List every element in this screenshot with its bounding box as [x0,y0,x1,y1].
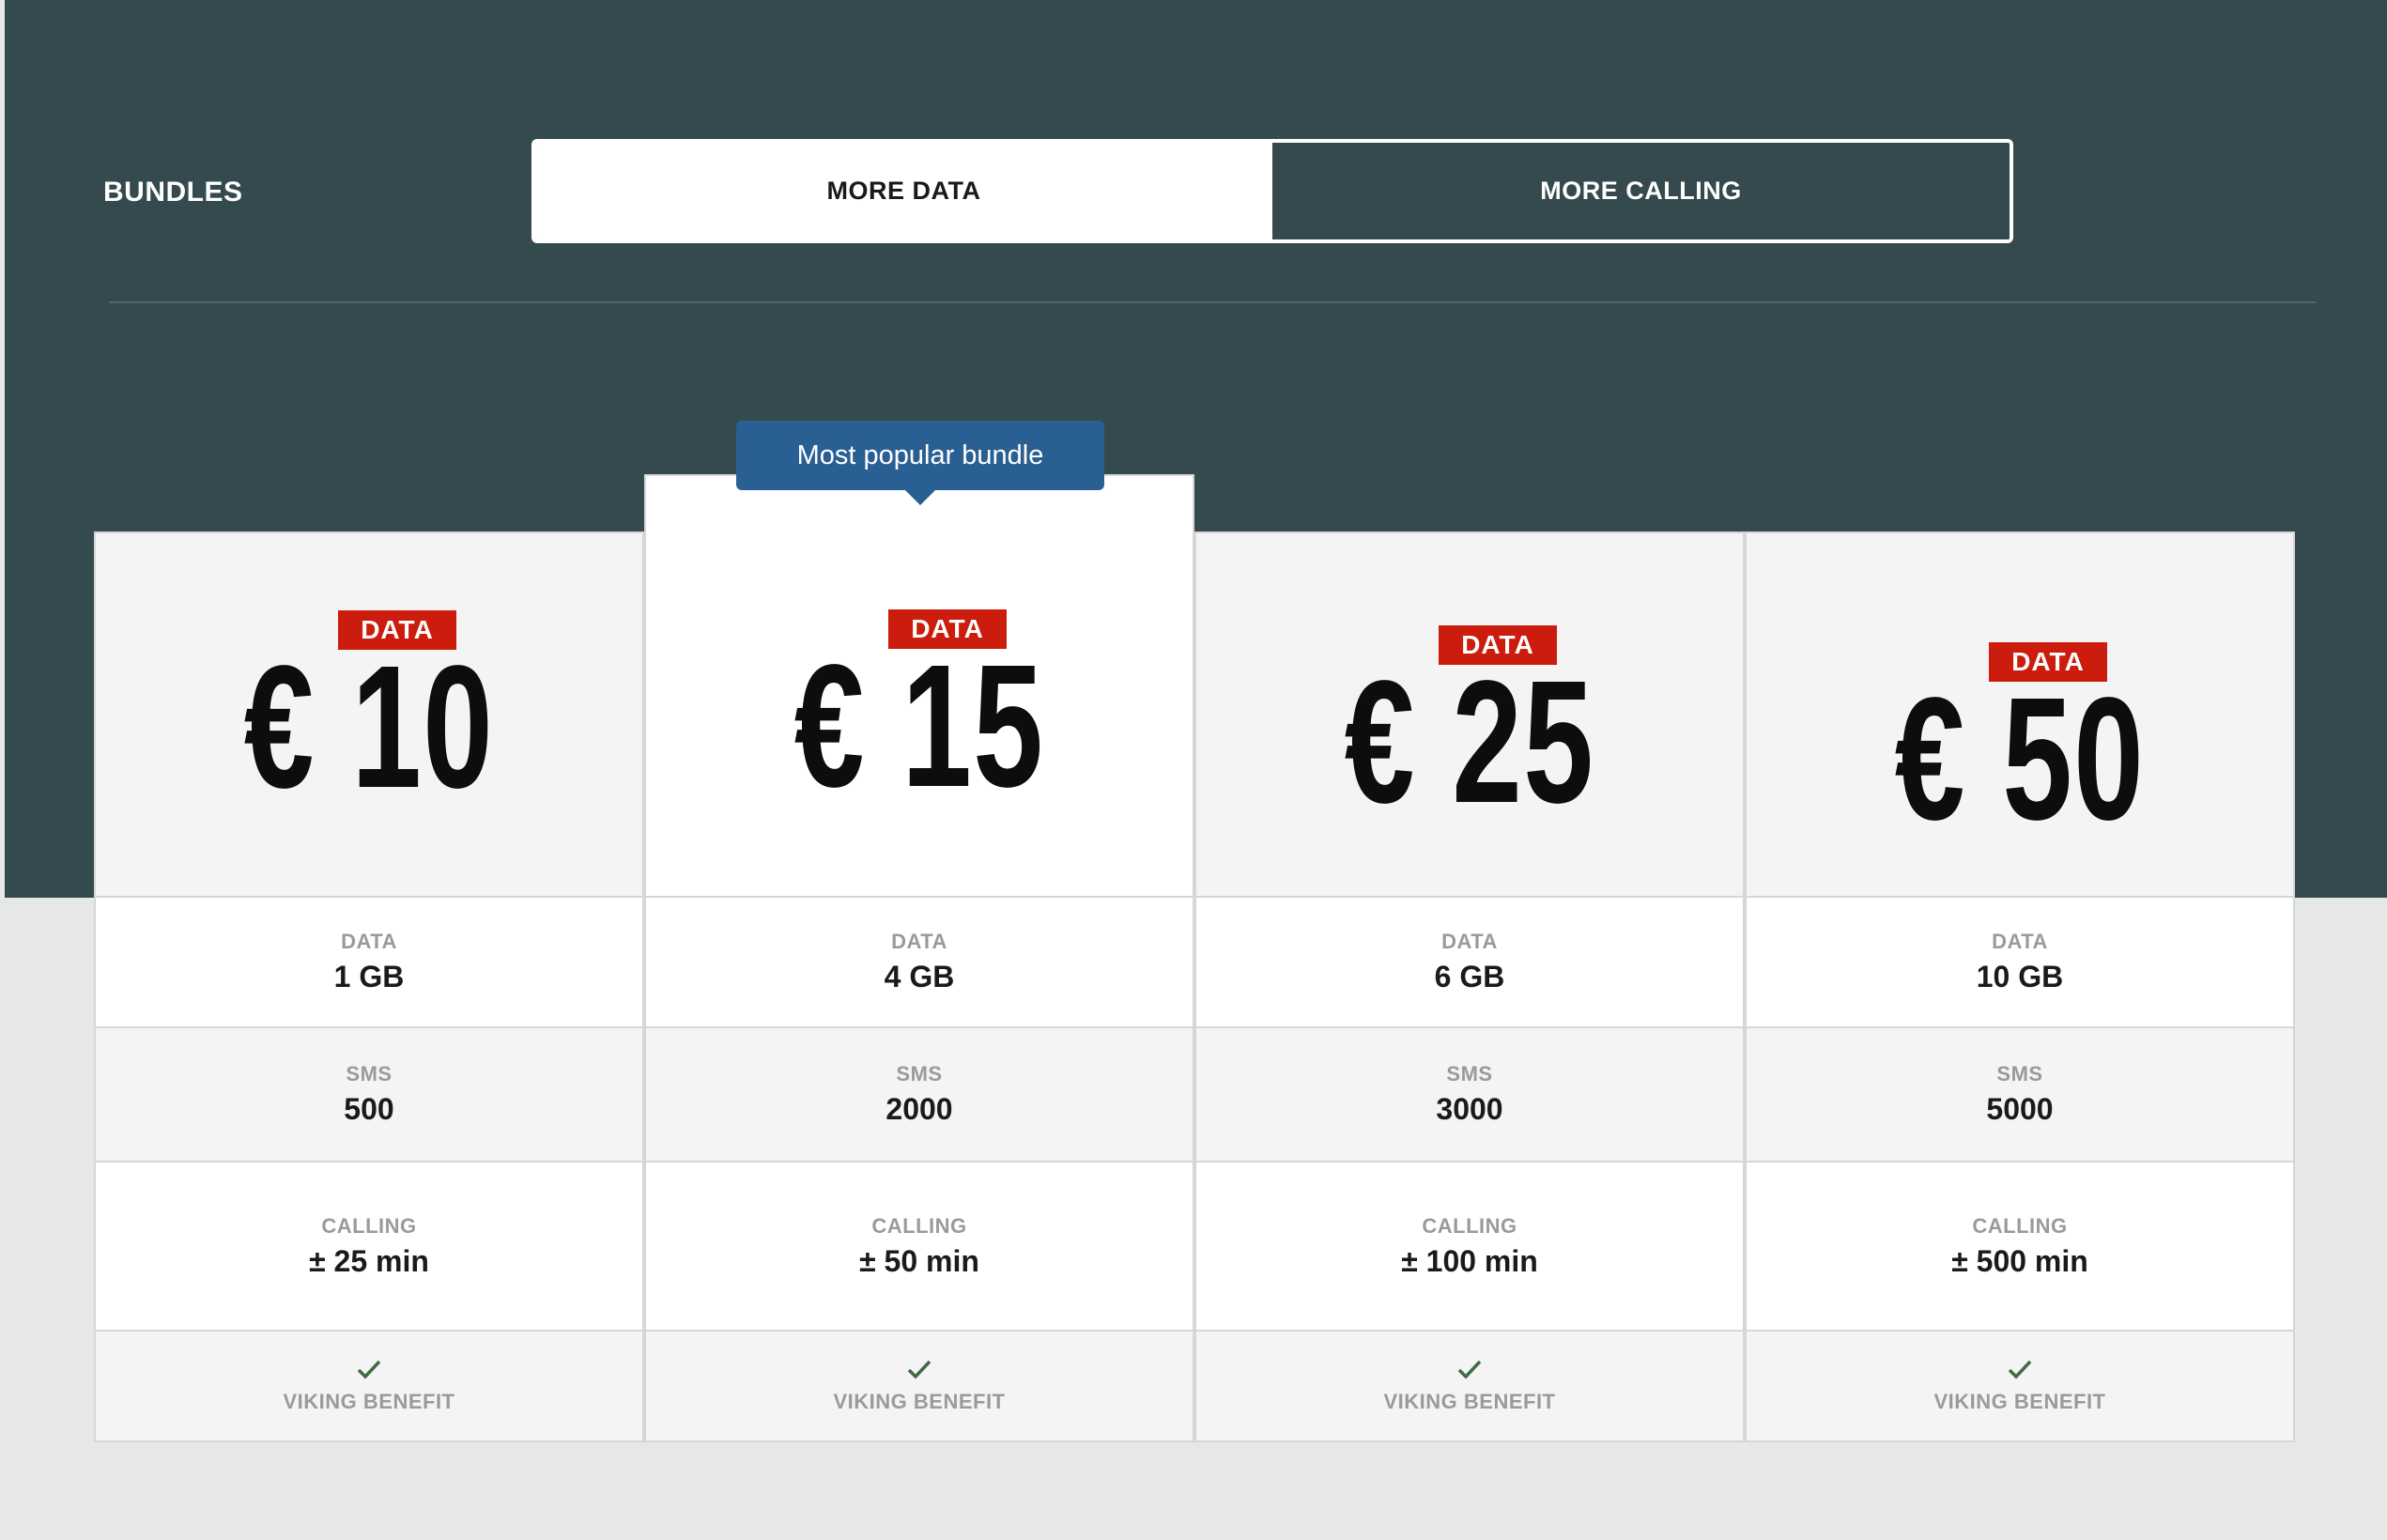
benefit-label: VIKING BENEFIT [833,1390,1006,1413]
data-value: 1 GB [333,960,405,993]
benefit-label: VIKING BENEFIT [1383,1390,1556,1413]
sms-value: 5000 [1986,1092,2054,1126]
price-block: DATA € 50 [1745,531,2295,898]
bundle-cards: DATA € 10 DATA 1 GB SMS 500 CALLING ± 25… [94,474,2296,1442]
page-title: BUNDLES [103,177,243,208]
data-label: DATA [341,930,397,953]
bundle-card[interactable]: DATA € 25 DATA 6 GB SMS 3000 CALLING ± 1… [1194,531,1745,1442]
price-block: DATA € 15 [644,474,1194,898]
sms-label: SMS [1446,1062,1493,1086]
page: BUNDLES MORE DATA MORE CALLING DATA € 10… [0,0,2387,1540]
data-row: DATA 6 GB [1194,898,1745,1028]
tooltip-text: Most popular bundle [796,439,1044,470]
calling-value: ± 100 min [1401,1243,1538,1278]
tooltip-arrow [905,490,935,505]
sms-row: SMS 5000 [1745,1028,2295,1163]
bundle-price: € 10 [243,630,495,824]
benefit-row: VIKING BENEFIT [644,1332,1194,1442]
check-icon [2008,1360,2032,1379]
sms-value: 500 [344,1092,394,1126]
tab-more-calling[interactable]: MORE CALLING [1272,143,2010,239]
calling-label: CALLING [321,1213,417,1238]
calling-row: CALLING ± 50 min [644,1163,1194,1332]
sms-label: SMS [896,1062,943,1086]
calling-row: CALLING ± 100 min [1194,1163,1745,1332]
calling-value: ± 25 min [309,1243,429,1278]
calling-label: CALLING [1422,1213,1517,1238]
sms-label: SMS [1996,1062,2043,1086]
bundle-price: € 50 [1894,662,2146,856]
data-row: DATA 4 GB [644,898,1194,1028]
bundle-price: € 25 [1344,645,1595,839]
benefit-row: VIKING BENEFIT [1745,1332,2295,1442]
data-label: DATA [1992,930,2048,953]
data-row: DATA 1 GB [94,898,644,1028]
benefit-row: VIKING BENEFIT [94,1332,644,1442]
data-value: 4 GB [884,960,955,993]
calling-label: CALLING [1972,1213,2068,1238]
benefit-label: VIKING BENEFIT [283,1390,455,1413]
calling-row: CALLING ± 500 min [1745,1163,2295,1332]
data-value: 6 GB [1434,960,1505,993]
sms-row: SMS 500 [94,1028,644,1163]
calling-label: CALLING [871,1213,967,1238]
bundle-card[interactable]: DATA € 10 DATA 1 GB SMS 500 CALLING ± 25… [94,531,644,1442]
sms-row: SMS 2000 [644,1028,1194,1163]
divider [109,301,2316,303]
calling-value: ± 500 min [1951,1243,2088,1278]
bundle-card-featured[interactable]: DATA € 15 DATA 4 GB SMS 2000 CALLING ± 5… [644,474,1194,1443]
sms-value: 3000 [1436,1092,1503,1126]
data-label: DATA [1441,930,1498,953]
tab-more-data[interactable]: MORE DATA [535,143,1272,239]
check-icon [1457,1360,1482,1379]
data-row: DATA 10 GB [1745,898,2295,1028]
benefit-label: VIKING BENEFIT [1933,1390,2106,1413]
sms-label: SMS [346,1062,393,1086]
sms-row: SMS 3000 [1194,1028,1745,1163]
calling-row: CALLING ± 25 min [94,1163,644,1332]
check-icon [357,1360,381,1379]
check-icon [907,1360,932,1379]
bundle-type-toggle: MORE DATA MORE CALLING [531,139,2013,243]
most-popular-tooltip: Most popular bundle [736,421,1104,505]
calling-value: ± 50 min [859,1243,979,1278]
price-block: DATA € 25 [1194,531,1745,898]
benefit-row: VIKING BENEFIT [1194,1332,1745,1442]
data-label: DATA [891,930,947,953]
bundle-price: € 15 [793,629,1045,824]
bundle-card[interactable]: DATA € 50 DATA 10 GB SMS 5000 CALLING ± … [1745,531,2295,1442]
data-value: 10 GB [1976,960,2064,993]
price-block: DATA € 10 [94,531,644,898]
sms-value: 2000 [886,1092,953,1126]
